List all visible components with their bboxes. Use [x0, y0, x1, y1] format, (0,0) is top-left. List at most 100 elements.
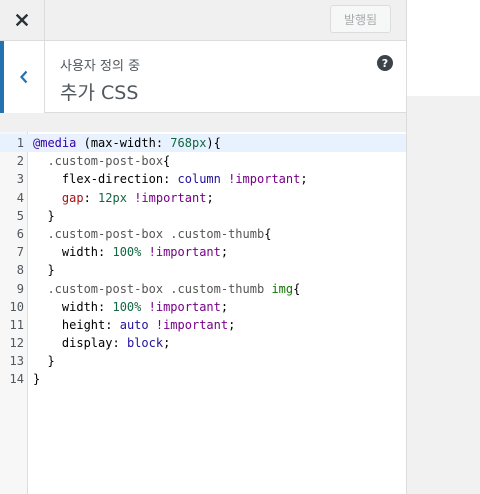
code-token: {: [293, 281, 301, 296]
code-token: flex-direction: [61, 172, 164, 187]
line-code: }: [33, 370, 40, 388]
line-number: 6: [16, 226, 24, 241]
line-code: .custom-post-box{: [33, 152, 170, 170]
code-token: 100%: [112, 245, 142, 260]
code-token: ;: [220, 245, 229, 260]
code-token: :: [83, 190, 99, 205]
code-line[interactable]: 8 }: [0, 261, 406, 279]
close-icon: [16, 14, 28, 26]
line-code: }: [33, 207, 55, 225]
code-line[interactable]: 6 .custom-post-box .custom-thumb{: [0, 225, 406, 243]
line-code: }: [33, 352, 54, 370]
code-token: 12px: [98, 190, 127, 205]
code-token: width: [61, 299, 99, 314]
code-line[interactable]: 11 height: auto !important;: [0, 316, 406, 334]
code-token: ;: [206, 190, 214, 205]
code-line[interactable]: 3 flex-direction: column !important;: [0, 170, 406, 188]
line-number: 1: [16, 136, 24, 150]
customizer-topbar: 발행됨: [0, 0, 406, 41]
code-token: height: [61, 317, 106, 332]
code-token: :: [155, 136, 171, 150]
code-token: 768px: [170, 136, 207, 150]
code-token: :: [98, 245, 113, 260]
code-line[interactable]: 4 gap: 12px !important;: [0, 189, 406, 207]
code-token: max-width: [90, 136, 156, 150]
line-number: 7: [16, 245, 24, 260]
line-number: 11: [9, 317, 24, 332]
line-code: .custom-post-box .custom-thumb{: [33, 225, 271, 243]
css-code-editor[interactable]: 1 @media (max-width: 768px){2 .custom-pos…: [0, 132, 406, 494]
code-token: ;: [163, 336, 171, 351]
line-number: 4: [16, 190, 24, 205]
code-token: 100%: [112, 299, 142, 314]
code-line[interactable]: 5 }: [0, 207, 406, 225]
code-token: width: [61, 245, 99, 260]
code-token: !important: [155, 317, 229, 332]
back-button[interactable]: [0, 41, 45, 113]
help-icon[interactable]: ?: [377, 55, 393, 71]
section-header: 사용자 정의 중 추가 CSS ?: [0, 41, 406, 113]
code-token: !important: [228, 172, 301, 187]
breadcrumb: 사용자 정의 중: [60, 59, 141, 74]
code-token: !important: [148, 245, 221, 260]
code-token: (: [76, 136, 91, 150]
line-code: height: auto !important;: [33, 316, 235, 334]
line-number: 12: [9, 336, 24, 351]
section-title: 추가 CSS: [60, 82, 139, 104]
line-number: 13: [9, 354, 24, 369]
line-number: 9: [16, 281, 24, 296]
code-token: .custom-post-box: [47, 281, 164, 296]
close-button[interactable]: [0, 0, 45, 40]
code-line[interactable]: 13 }: [0, 352, 406, 370]
publish-button[interactable]: 발행됨: [330, 5, 391, 33]
code-lines: 1 @media (max-width: 768px){2 .custom-pos…: [0, 134, 406, 389]
code-token: gap: [61, 190, 84, 205]
code-line[interactable]: 9 .custom-post-box .custom-thumb img{: [0, 280, 406, 298]
line-number: 8: [16, 263, 24, 278]
code-token: ){: [206, 136, 221, 150]
code-line[interactable]: 1 @media (max-width: 768px){: [0, 134, 406, 153]
code-token: :: [98, 299, 113, 314]
code-token: .custom-thumb: [170, 281, 265, 296]
line-code: flex-direction: column !important;: [33, 170, 308, 188]
code-line[interactable]: 12 display: block;: [0, 334, 406, 352]
code-line[interactable]: 10 width: 100% !important;: [0, 298, 406, 316]
code-token: display: [61, 336, 113, 351]
line-code: .custom-post-box .custom-thumb img{: [33, 280, 300, 298]
code-token: img: [271, 281, 294, 296]
line-number: 5: [16, 208, 24, 223]
code-token: block: [126, 336, 164, 351]
code-line[interactable]: 2 .custom-post-box{: [0, 152, 406, 170]
line-number: 10: [9, 299, 24, 314]
line-code: width: 100% !important;: [33, 298, 228, 316]
code-token: {: [264, 226, 272, 241]
preview-band: [407, 96, 480, 494]
code-token: auto: [119, 317, 149, 332]
code-token: .custom-post-box: [47, 154, 164, 169]
code-line[interactable]: 14}: [0, 370, 406, 388]
code-token: }: [33, 208, 55, 223]
preview-backdrop: [407, 0, 480, 494]
code-token: :: [112, 336, 127, 351]
code-token: !important: [148, 299, 221, 314]
line-code: @media (max-width: 768px){: [33, 134, 221, 152]
line-code: display: block;: [33, 334, 170, 352]
code-token: ;: [300, 172, 308, 187]
code-line[interactable]: 7 width: 100% !important;: [0, 243, 406, 261]
code-token: }: [33, 372, 41, 387]
code-token: .custom-post-box: [47, 226, 164, 241]
chevron-left-icon: [20, 70, 28, 84]
line-number: 2: [16, 154, 24, 169]
code-token: :: [163, 172, 178, 187]
